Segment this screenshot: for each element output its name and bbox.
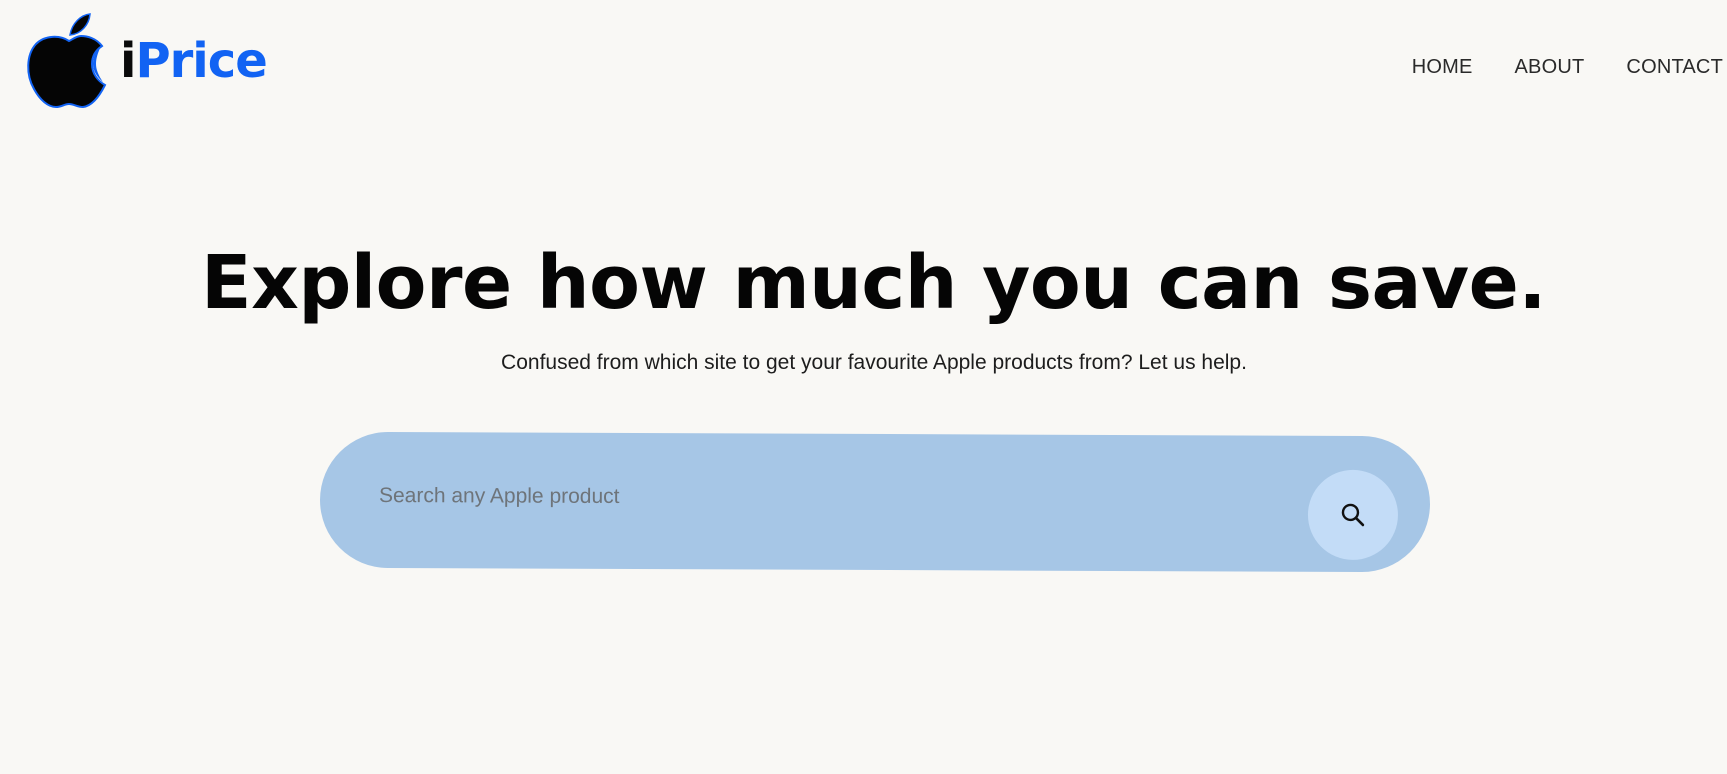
hero-subtitle: Confused from which site to get your fav… xyxy=(501,351,1247,374)
search-bar xyxy=(319,431,1431,573)
brand-word: Price xyxy=(135,32,267,89)
search-button[interactable] xyxy=(1307,469,1399,561)
apple-icon xyxy=(27,13,107,108)
site-header: iPrice HOME ABOUT CONTACT xyxy=(0,0,1727,130)
hero-title: Explore how much you can save. xyxy=(201,240,1546,326)
nav-contact[interactable]: CONTACT xyxy=(1626,56,1723,79)
brand-letter: i xyxy=(120,32,136,89)
main-nav: HOME ABOUT CONTACT xyxy=(1412,56,1723,79)
brand-logo[interactable]: iPrice xyxy=(26,13,268,108)
brand-name: iPrice xyxy=(120,37,268,85)
search-icon xyxy=(1341,503,1365,527)
nav-about[interactable]: ABOUT xyxy=(1515,56,1585,79)
nav-home[interactable]: HOME xyxy=(1412,56,1473,79)
search-input[interactable] xyxy=(378,476,1280,520)
